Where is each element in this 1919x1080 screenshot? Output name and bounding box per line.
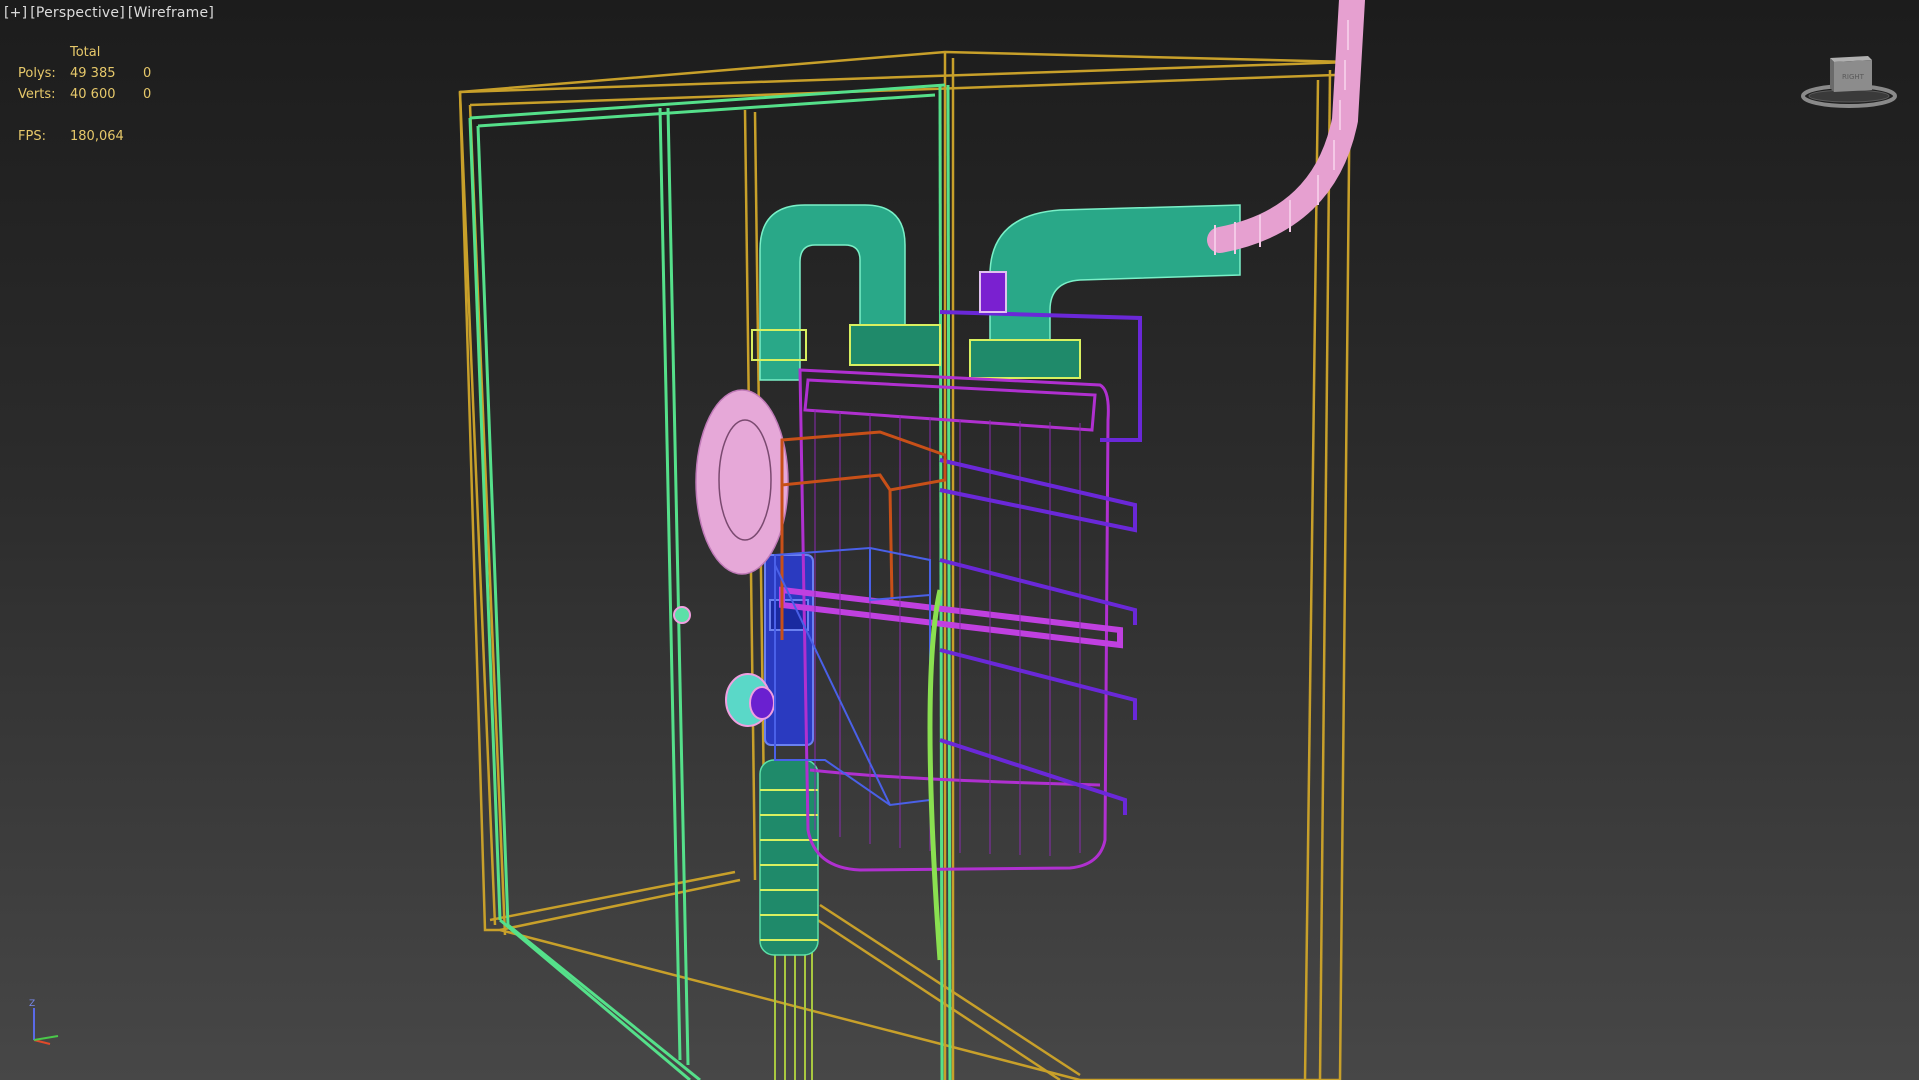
outlet-pipe bbox=[969, 204, 1241, 379]
meter-clamp bbox=[979, 271, 1007, 313]
stats-polys-label: Polys: bbox=[18, 66, 56, 81]
viewport-view-label[interactable]: [Perspective] bbox=[30, 5, 125, 21]
stats-verts-label: Verts: bbox=[18, 87, 56, 102]
stats-polys-selected: 0 bbox=[143, 66, 152, 81]
axis-y-line bbox=[33, 1035, 59, 1041]
3d-viewport[interactable]: [+] [Perspective] [Wireframe] Total Polys:… bbox=[0, 0, 1919, 1080]
wireframe-scene[interactable] bbox=[0, 0, 1919, 1080]
pink-flex-pipe bbox=[1207, 0, 1365, 253]
axis-tripod: Z bbox=[24, 996, 74, 1052]
viewcube-face-label: RIGHT bbox=[1842, 73, 1865, 81]
meter-strap bbox=[927, 589, 943, 961]
door-lock bbox=[673, 606, 691, 624]
stats-polys-total: 49 385 bbox=[70, 66, 116, 81]
viewport-menu-toggle[interactable]: [+] bbox=[4, 5, 27, 21]
axis-z-label: Z bbox=[29, 999, 35, 1009]
gas-meter-body bbox=[779, 368, 1123, 872]
stats-fps-label: FPS: bbox=[18, 129, 46, 144]
corrugated-hose bbox=[759, 759, 819, 956]
viewport-label-bar: [+] [Perspective] [Wireframe] bbox=[4, 5, 217, 21]
pink-dial bbox=[695, 389, 789, 575]
viewcube-side-face bbox=[1830, 58, 1834, 92]
stats-total-header: Total bbox=[70, 45, 101, 60]
stats-fps-value: 180,064 bbox=[70, 129, 124, 144]
viewcube[interactable]: RIGHT bbox=[1800, 48, 1898, 110]
stats-verts-total: 40 600 bbox=[70, 87, 116, 102]
stats-verts-selected: 0 bbox=[143, 87, 152, 102]
viewport-shading-label[interactable]: [Wireframe] bbox=[128, 5, 214, 21]
inlet-pipe bbox=[751, 204, 941, 381]
